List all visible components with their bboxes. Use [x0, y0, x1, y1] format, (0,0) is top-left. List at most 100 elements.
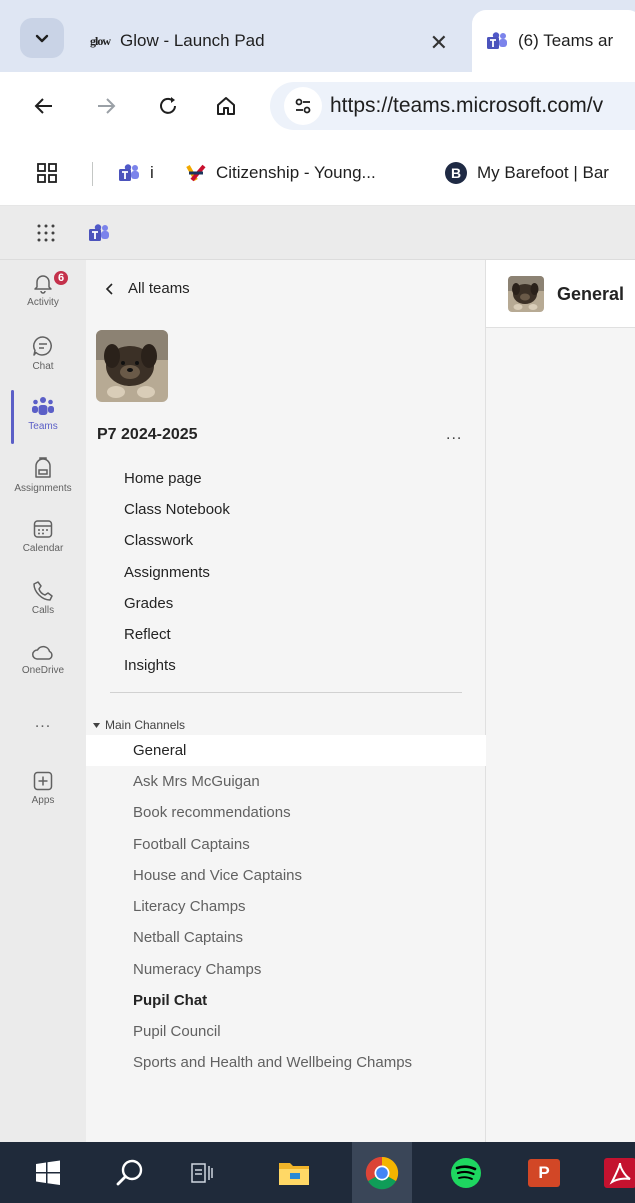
rail-label: Teams	[28, 421, 58, 432]
more-apps-button[interactable]: ...	[0, 714, 86, 732]
forward-button[interactable]	[88, 88, 124, 124]
url-text: https://teams.microsoft.com/v	[330, 94, 604, 117]
reload-button[interactable]	[150, 88, 186, 124]
puppy-photo-icon	[508, 276, 544, 312]
rail-item-calls[interactable]: Calls	[0, 580, 86, 616]
powerpoint-button[interactable]: P	[514, 1142, 574, 1203]
channel-netball-captains[interactable]: Netball Captains	[86, 922, 486, 953]
tab-title: (6) Teams ar	[518, 31, 614, 50]
phone-icon	[33, 581, 53, 601]
chevron-left-icon	[105, 282, 113, 295]
search-icon	[116, 1159, 143, 1185]
windows-icon	[36, 1160, 60, 1185]
rail-item-assignments[interactable]: Assignments	[0, 456, 86, 494]
rail-label: Chat	[32, 361, 54, 372]
bookmark-citizenship[interactable]: Citizenship - Young...	[186, 158, 376, 188]
channel-content	[486, 328, 635, 1142]
channels-section-header[interactable]: Main Channels	[92, 718, 185, 732]
channel-title: General	[557, 284, 625, 304]
reload-icon	[160, 97, 176, 114]
bookmark-teams[interactable]: i	[118, 158, 154, 188]
bell-icon	[34, 275, 52, 294]
channel-numeracy-champs[interactable]: Numeracy Champs	[86, 954, 486, 985]
rail-label: Assignments	[14, 483, 72, 494]
bookmark-label: Citizenship - Young...	[216, 163, 376, 182]
spotify-button[interactable]	[436, 1142, 496, 1203]
channel-pupil-council[interactable]: Pupil Council	[86, 1016, 486, 1047]
add-app-icon	[33, 771, 53, 791]
team-tab-insights[interactable]: Insights	[124, 657, 176, 674]
apps-shortcut[interactable]	[36, 158, 58, 188]
channel-general[interactable]: General	[86, 735, 486, 766]
team-more-options-button[interactable]: ...	[446, 426, 462, 444]
more-icon: ...	[34, 714, 52, 731]
teams-logo	[88, 224, 110, 247]
bookmark-label: My Barefoot | Bar	[477, 163, 609, 182]
home-button[interactable]	[208, 88, 244, 124]
tune-icon	[295, 98, 311, 114]
team-avatar	[96, 330, 168, 402]
bookmark-barefoot[interactable]: B My Barefoot | Bar	[445, 158, 609, 188]
team-tab-home-page[interactable]: Home page	[124, 470, 202, 487]
channel-football-captains[interactable]: Football Captains	[86, 829, 486, 860]
chat-icon	[33, 336, 52, 356]
rail-item-activity[interactable]: 6 Activity	[0, 269, 86, 308]
teams-people-icon	[32, 397, 54, 415]
apps-grid-icon	[37, 163, 57, 183]
app-launcher-button[interactable]	[36, 223, 56, 248]
rail-item-apps[interactable]: Apps	[0, 770, 86, 806]
team-tab-class-notebook[interactable]: Class Notebook	[124, 501, 230, 518]
rail-label: Activity	[27, 297, 59, 308]
browser-tab-teams[interactable]: (6) Teams ar	[472, 10, 635, 72]
rail-item-calendar[interactable]: Calendar	[0, 518, 86, 554]
site-info-button[interactable]	[284, 87, 322, 125]
channel-sports-health-wellbeing[interactable]: Sports and Health and Wellbeing Champs	[86, 1047, 486, 1078]
rail-label: OneDrive	[21, 665, 65, 676]
rail-item-teams[interactable]: Teams	[0, 396, 86, 432]
tab-search-button[interactable]	[20, 18, 64, 58]
address-bar[interactable]: https://teams.microsoft.com/v	[270, 82, 635, 130]
channel-header: General	[486, 260, 635, 328]
task-view-button[interactable]	[172, 1142, 232, 1203]
channel-book-recommendations[interactable]: Book recommendations	[86, 797, 486, 828]
browser-tab-glow[interactable]: glow Glow - Launch Pad ✕	[80, 10, 470, 72]
rail-label: Calendar	[22, 543, 64, 554]
chevron-down-icon	[35, 34, 49, 43]
channel-house-and-vice-captains[interactable]: House and Vice Captains	[86, 860, 486, 891]
back-button[interactable]	[26, 88, 62, 124]
start-button[interactable]	[18, 1142, 78, 1203]
browser-tab-strip: glow Glow - Launch Pad ✕ (6) Teams ar	[0, 0, 635, 72]
channel-literacy-champs[interactable]: Literacy Champs	[86, 891, 486, 922]
team-avatar-small	[508, 276, 544, 312]
team-tab-assignments[interactable]: Assignments	[124, 564, 210, 581]
rail-item-chat[interactable]: Chat	[0, 334, 86, 372]
channel-pupil-chat[interactable]: Pupil Chat	[86, 985, 486, 1016]
caret-down-icon	[93, 723, 100, 728]
app-rail: 6 Activity Chat Teams Assignments Calend…	[0, 260, 86, 1142]
team-tab-reflect[interactable]: Reflect	[124, 626, 171, 643]
close-icon[interactable]: ✕	[430, 30, 448, 56]
teams-icon	[119, 164, 139, 181]
chrome-button[interactable]	[352, 1142, 412, 1203]
teams-title-bar	[0, 206, 635, 260]
folder-icon	[279, 1162, 309, 1185]
rail-label: Apps	[31, 795, 55, 806]
rail-item-onedrive[interactable]: OneDrive	[0, 644, 86, 676]
bookmark-separator	[92, 162, 93, 186]
section-title: Main Channels	[105, 718, 186, 732]
glow-favicon-icon: glow	[90, 33, 111, 48]
barefoot-icon: B	[445, 162, 467, 184]
backpack-icon	[35, 457, 51, 478]
file-explorer-button[interactable]	[264, 1142, 324, 1203]
team-tab-classwork[interactable]: Classwork	[124, 532, 193, 549]
browser-toolbar: https://teams.microsoft.com/v	[0, 72, 635, 140]
arrow-left-icon	[34, 98, 52, 114]
waffle-icon	[37, 224, 55, 242]
bookmarks-bar: i Citizenship - Young... B My Barefoot |…	[0, 140, 635, 206]
cloud-icon	[32, 645, 53, 660]
all-teams-button[interactable]: All teams	[104, 280, 190, 297]
channel-ask-mrs-mcguigan[interactable]: Ask Mrs McGuigan	[86, 766, 486, 797]
team-tab-grades[interactable]: Grades	[124, 595, 173, 612]
acrobat-button[interactable]	[590, 1142, 635, 1203]
search-button[interactable]	[100, 1142, 160, 1203]
